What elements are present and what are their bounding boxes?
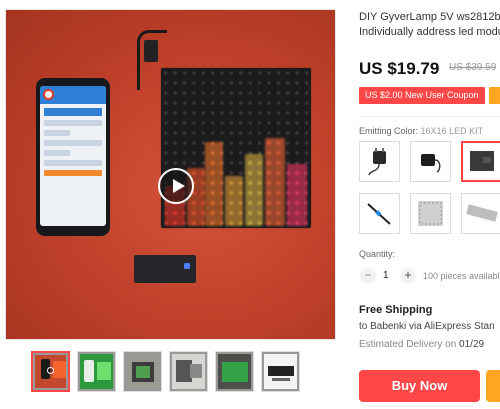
quantity-available: 100 pieces availabl xyxy=(423,271,500,281)
led-kit-icon xyxy=(470,151,494,171)
estimated-delivery: Estimated Delivery on 01/29 xyxy=(359,339,484,350)
quantity-increase-button[interactable]: + xyxy=(400,268,416,284)
main-product-image[interactable] xyxy=(5,9,336,340)
shipping-title: Free Shipping xyxy=(359,304,433,316)
thumbnail-6[interactable] xyxy=(261,351,300,392)
matrix-panel-icon xyxy=(418,201,443,226)
sku-option-led-strip[interactable] xyxy=(461,193,500,234)
power-adapter-icon xyxy=(368,148,386,176)
power-adapter-icon xyxy=(421,154,441,173)
thumbnail-2[interactable] xyxy=(77,351,116,392)
buy-now-button[interactable]: Buy Now xyxy=(359,370,480,402)
phone-app-screen xyxy=(40,86,106,226)
sku-label: Emitting Color: 16X16 LED KIT xyxy=(359,126,484,136)
usb-plug xyxy=(144,40,158,62)
led-matrix-image xyxy=(161,68,311,228)
sku-option-power-adapter-2[interactable] xyxy=(410,141,451,182)
second-coupon-badge[interactable] xyxy=(489,87,500,104)
estimated-delivery-label: Estimated Delivery on xyxy=(359,339,457,350)
product-title: DIY GyverLamp 5V ws2812b M Individually … xyxy=(359,10,500,40)
quantity-decrease-button[interactable]: − xyxy=(360,268,376,284)
add-to-cart-button[interactable] xyxy=(486,370,500,402)
original-price: US $39.59 xyxy=(449,62,497,73)
sku-option-16x16-led-kit[interactable] xyxy=(461,141,500,182)
sku-option-power-adapter[interactable] xyxy=(359,141,400,182)
led-strip-icon xyxy=(466,204,498,222)
shipping-via[interactable]: to Babenki via AliExpress Stan xyxy=(359,321,495,332)
thumbnail-1[interactable] xyxy=(31,351,70,392)
product-title-line2: Individually address led modu xyxy=(359,26,500,38)
sku-option-cable[interactable] xyxy=(359,193,400,234)
sku-selected-value: 16X16 LED KIT xyxy=(420,126,484,136)
phone-image xyxy=(36,78,110,236)
thumbnail-3[interactable] xyxy=(123,351,162,392)
thumbnail-strip xyxy=(31,351,300,393)
controller-board xyxy=(134,255,196,283)
product-title-line1: DIY GyverLamp 5V ws2812b M xyxy=(359,11,500,23)
quantity-label: Quantity: xyxy=(359,249,396,259)
estimated-delivery-date: 01/29 xyxy=(459,339,485,350)
current-price: US $19.79 xyxy=(359,59,440,78)
quantity-value[interactable]: 1 xyxy=(383,270,389,281)
thumbnail-5[interactable] xyxy=(215,351,254,392)
sku-option-matrix-panel[interactable] xyxy=(410,193,451,234)
divider xyxy=(359,116,500,117)
cable-icon xyxy=(367,203,391,225)
video-play-button[interactable] xyxy=(158,168,194,204)
new-user-coupon-badge[interactable]: US $2.00 New User Coupon xyxy=(359,87,485,104)
thumbnail-4[interactable] xyxy=(169,351,208,392)
